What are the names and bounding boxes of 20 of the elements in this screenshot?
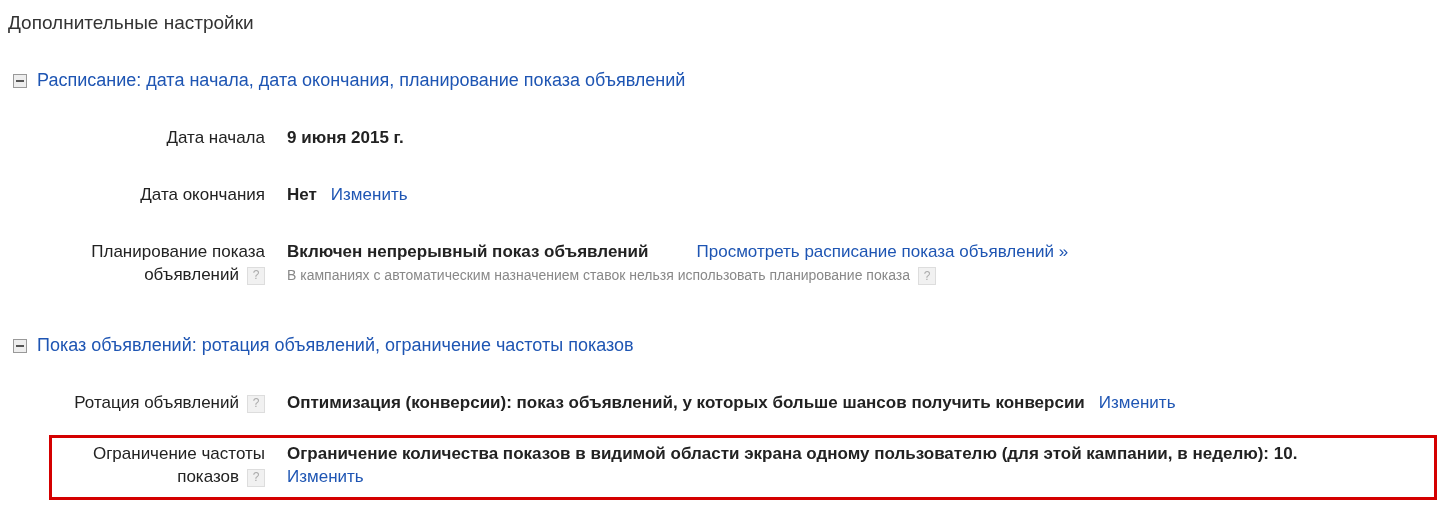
setting-value: Включен непрерывный показ объявлений — [287, 241, 649, 263]
setting-value: Нет — [287, 184, 317, 206]
change-link[interactable]: Изменить — [287, 467, 364, 486]
setting-value: 9 июня 2015 г. — [287, 127, 404, 149]
setting-label: Ограничение частоты показов ? — [91, 443, 265, 488]
collapse-icon[interactable] — [13, 73, 27, 88]
setting-value: Ограничение количества показов в видимой области экрана одному пользователю (для этой кампании, в неделю): 10. — [287, 444, 1298, 463]
section-header-link[interactable]: Показ объявлений: ротация объявлений, ограничение частоты показов — [37, 335, 634, 356]
setting-label: Дата начала — [165, 127, 265, 149]
page-title: Дополнительные настройки — [8, 12, 255, 34]
change-link[interactable]: Просмотреть расписание показа объявлений » — [696, 242, 1069, 262]
setting-label: Планирование показа объявлений ? — [90, 241, 265, 286]
change-link[interactable]: Изменить — [330, 185, 408, 205]
change-link[interactable]: Изменить — [1098, 393, 1176, 413]
collapse-icon[interactable] — [13, 338, 27, 353]
section-header-link[interactable]: Расписание: дата начала, дата окончания, планирование показа объявлений — [37, 70, 686, 91]
setting-label: Дата окончания — [139, 184, 265, 206]
note-text: В кампаниях с автоматическим назначением ставок нельзя использовать планирование показа — [287, 267, 910, 283]
setting-value: Оптимизация (конверсии): показ объявлений, у которых больше шансов получить конверсии — [287, 392, 1085, 414]
setting-label: Ротация объявлений ? — [65, 391, 265, 414]
